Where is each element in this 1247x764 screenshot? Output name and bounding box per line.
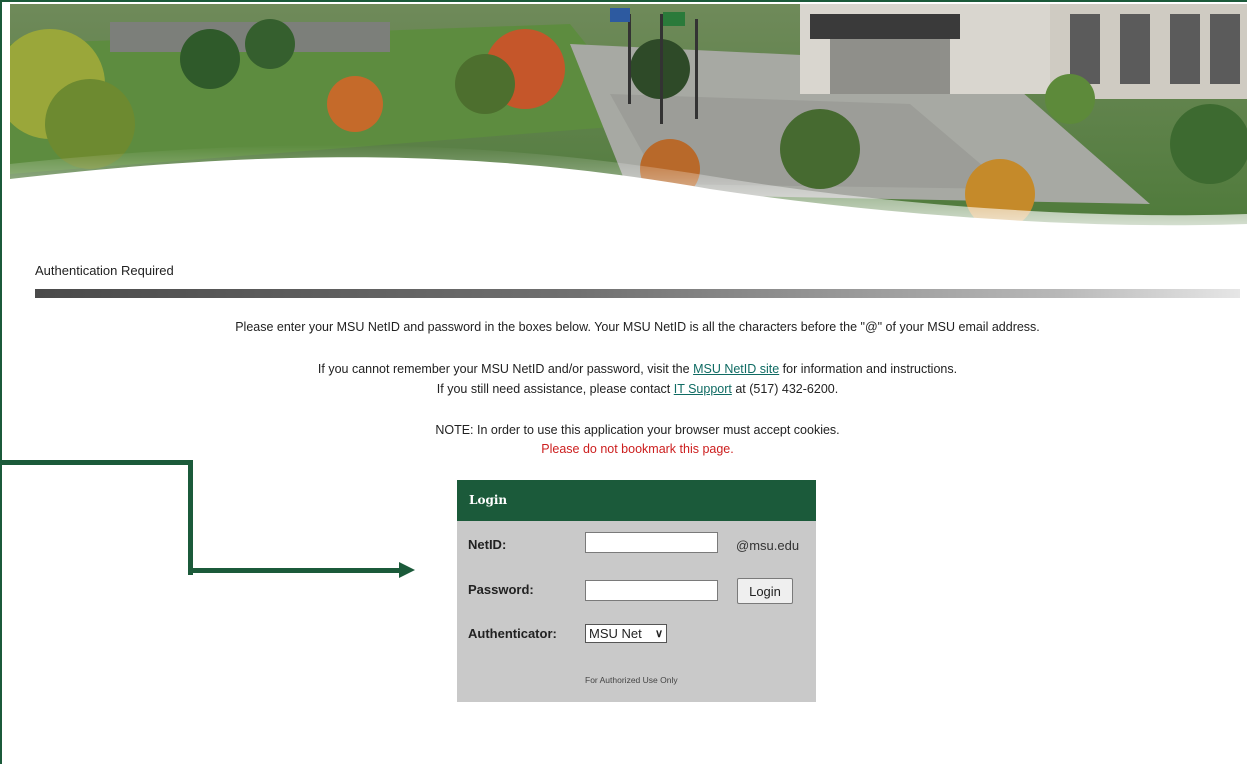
title-divider: [35, 289, 1240, 298]
netid-help-line: If you cannot remember your MSU NetID an…: [35, 362, 1240, 376]
arrow-segment: [188, 568, 400, 573]
netid-instructions: Please enter your MSU NetID and password…: [235, 320, 1040, 334]
email-domain-suffix: @msu.edu: [736, 538, 800, 553]
authorized-use-notice: For Authorized Use Only: [585, 675, 678, 685]
netid-input[interactable]: [585, 532, 718, 553]
authenticator-label: Authenticator:: [468, 626, 557, 641]
bookmark-warning: Please do not bookmark this page.: [541, 442, 734, 456]
cookie-note: NOTE: In order to use this application y…: [435, 423, 840, 437]
password-input[interactable]: [585, 580, 718, 601]
msu-netid-site-link[interactable]: MSU NetID site: [693, 362, 779, 376]
support-text-post: at (517) 432-6200.: [731, 382, 839, 396]
arrow-segment: [188, 460, 193, 575]
authenticator-selected-value: MSU Net: [589, 626, 642, 641]
support-line: If you still need assistance, please con…: [35, 382, 1240, 396]
campus-banner-image: [10, 4, 1247, 230]
netid-label: NetID:: [468, 537, 507, 552]
login-panel: Login NetID: @msu.edu Password: Login Au…: [457, 480, 816, 702]
chevron-down-icon: ∨: [654, 628, 663, 640]
netid-help-text-post: for information and instructions.: [779, 362, 958, 376]
support-text-pre: If you still need assistance, please con…: [436, 382, 674, 396]
arrow-segment: [0, 460, 193, 465]
authenticator-select[interactable]: MSU Net ∨: [585, 624, 667, 643]
login-button[interactable]: Login: [737, 578, 793, 604]
netid-help-text-pre: If you cannot remember your MSU NetID an…: [317, 362, 694, 376]
it-support-link[interactable]: IT Support: [674, 382, 732, 396]
arrow-head: [399, 562, 415, 578]
login-header: Login: [457, 480, 816, 521]
password-label: Password:: [468, 582, 534, 597]
page-title: Authentication Required: [35, 263, 174, 278]
